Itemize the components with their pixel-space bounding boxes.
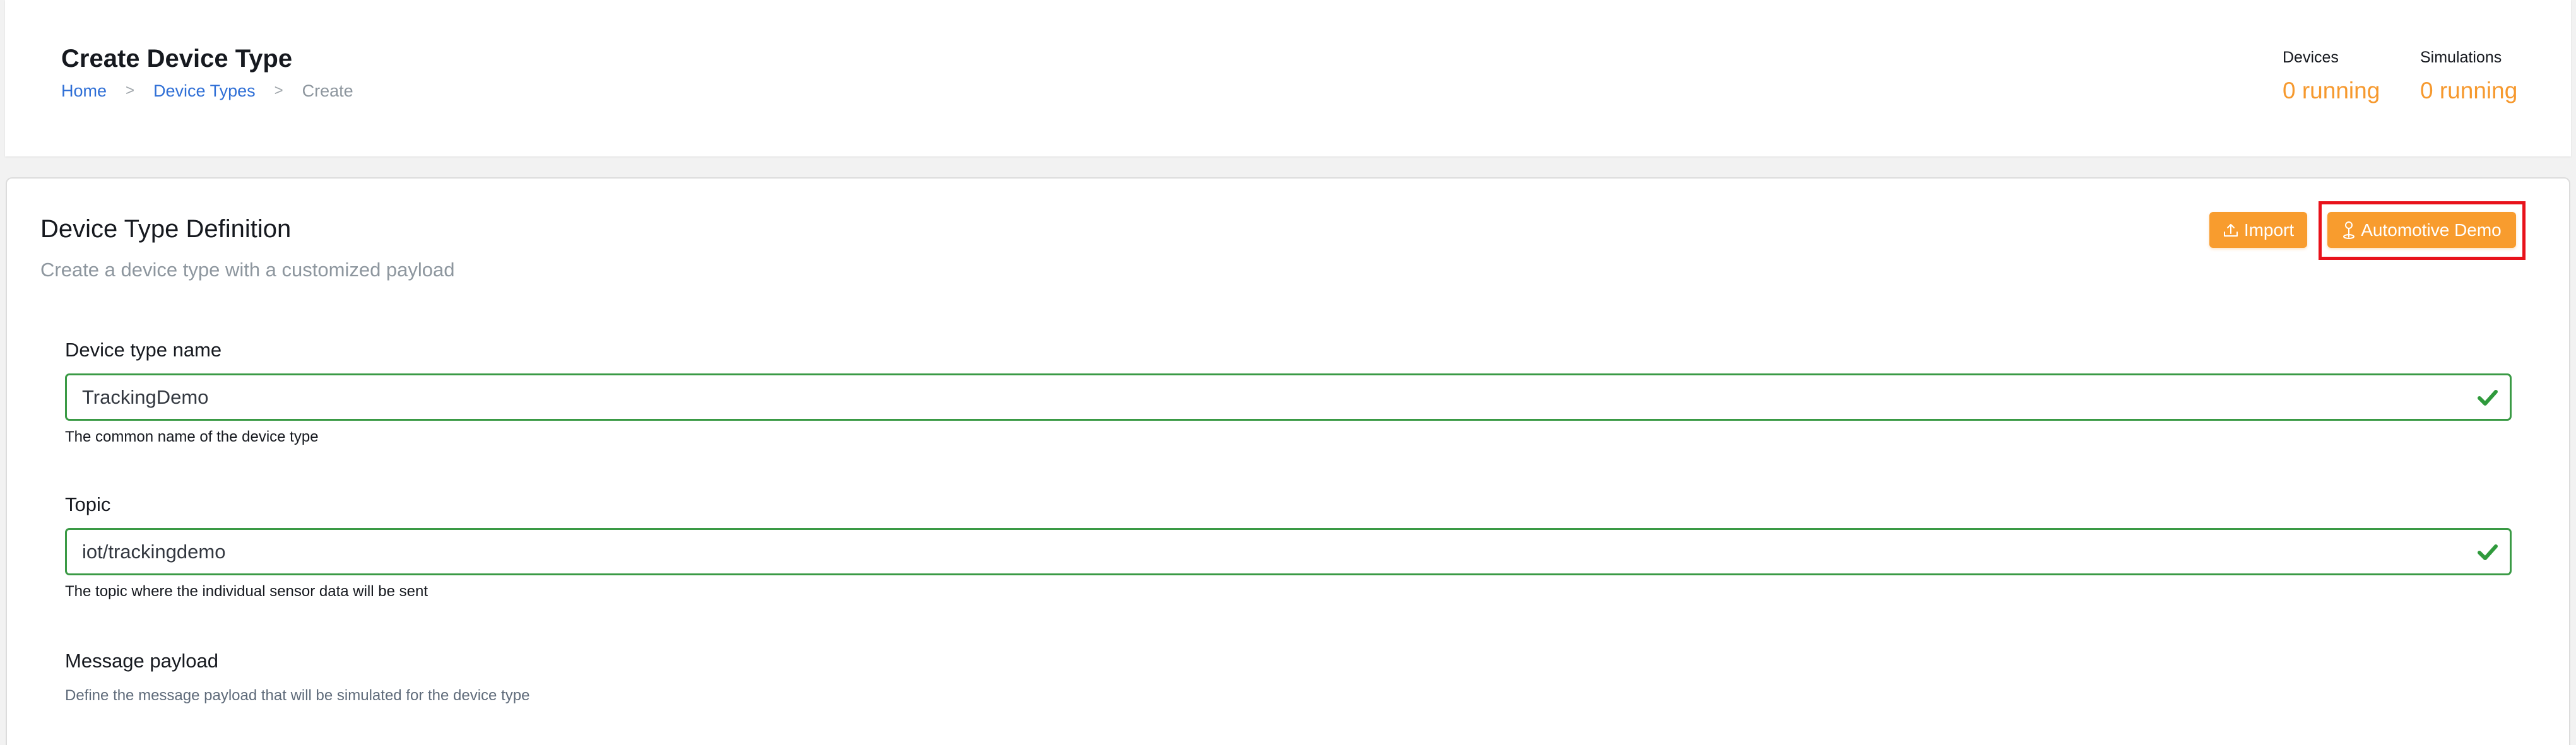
upload-icon [2223,222,2239,238]
devices-stat: Devices 0 running [2283,47,2380,107]
topic-input-wrapper [65,528,2512,575]
device-type-name-input[interactable] [67,375,2510,419]
automotive-demo-button-label: Automotive Demo [2361,220,2502,240]
automotive-demo-button[interactable]: Automotive Demo [2327,212,2516,248]
devices-stat-label: Devices [2283,49,2339,66]
section-title: Device Type Definition [40,215,292,243]
message-payload-title: Message payload [65,650,218,672]
page-title: Create Device Type [61,45,293,73]
device-type-name-field: Device type name The common name of the … [65,337,2512,447]
breadcrumb-separator: > [274,82,283,99]
simulations-stat-label: Simulations [2420,49,2502,66]
breadcrumb-current: Create [302,81,353,100]
message-payload-description: Define the message payload that will be … [65,687,530,704]
import-button-label: Import [2243,220,2295,240]
device-type-definition-card: Device Type Definition Create a device t… [6,177,2570,745]
breadcrumb: Home > Device Types > Create [61,78,353,103]
breadcrumb-device-types[interactable]: Device Types [153,78,256,103]
map-pin-icon [2342,221,2356,240]
topic-input[interactable] [67,530,2510,573]
topic-label: Topic [65,493,111,515]
page-header: Create Device Type Home > Device Types >… [5,0,2571,156]
simulations-stat: Simulations 0 running [2420,47,2517,107]
import-button[interactable]: Import [2209,212,2307,248]
breadcrumb-home[interactable]: Home [61,78,107,103]
topic-field: Topic The topic where the individual sen… [65,492,2512,602]
check-icon [2477,543,2498,561]
message-payload-section: Message payload Define the message paylo… [65,648,529,707]
devices-stat-value: 0 running [2283,78,2380,103]
device-type-name-label: Device type name [65,339,222,361]
device-type-name-input-wrapper [65,373,2512,421]
device-type-name-help: The common name of the device type [65,428,319,445]
section-subtitle: Create a device type with a customized p… [40,259,455,281]
simulations-stat-value: 0 running [2420,78,2518,103]
topic-help: The topic where the individual sensor da… [65,583,428,600]
breadcrumb-separator: > [126,82,135,99]
check-icon [2477,389,2498,406]
